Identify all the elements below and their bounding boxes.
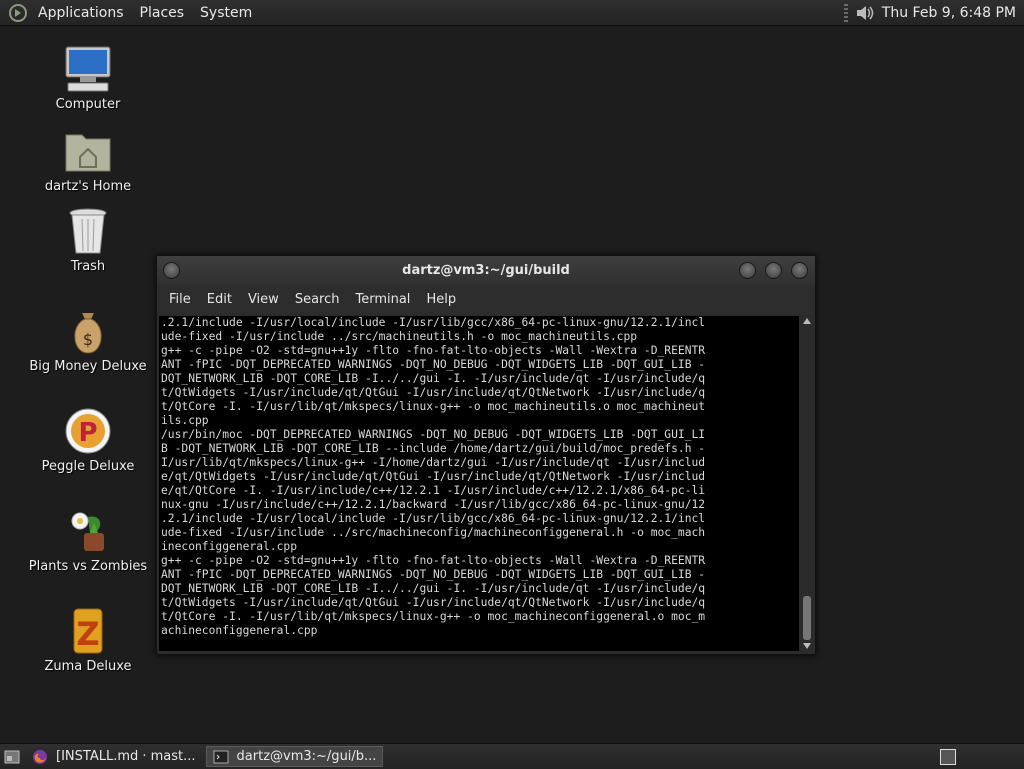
- close-button[interactable]: [791, 262, 808, 279]
- applications-menu[interactable]: Applications: [34, 3, 128, 23]
- desktop-icon-big-money[interactable]: $ Big Money Deluxe: [28, 307, 148, 374]
- computer-icon: [65, 46, 111, 92]
- menu-view[interactable]: View: [240, 292, 287, 307]
- peggle-icon: P: [65, 408, 111, 454]
- menu-help[interactable]: Help: [418, 292, 464, 307]
- desktop-icon-label: Peggle Deluxe: [41, 459, 135, 474]
- desktop-icon-label: Big Money Deluxe: [29, 359, 147, 374]
- gnome-logo-icon[interactable]: [8, 3, 28, 23]
- taskbar-item-terminal[interactable]: dartz@vm3:~/gui/b...: [205, 746, 384, 767]
- window-title: dartz@vm3:~/gui/build: [402, 263, 570, 278]
- terminal-menubar: File Edit View Search Terminal Help: [157, 285, 815, 314]
- menu-edit[interactable]: Edit: [199, 292, 240, 307]
- svg-text:$: $: [83, 330, 93, 349]
- terminal-output: .2.1/include -I/usr/local/include -I/usr…: [161, 316, 706, 637]
- terminal-window[interactable]: dartz@vm3:~/gui/build File Edit View Sea…: [156, 255, 816, 655]
- trash-icon: [69, 208, 107, 254]
- places-menu[interactable]: Places: [136, 3, 189, 23]
- desktop-icon-zuma[interactable]: Z Zuma Deluxe: [28, 607, 148, 674]
- bottom-panel: [INSTALL.md · mast... dartz@vm3:~/gui/b.…: [0, 743, 1024, 769]
- maximize-button[interactable]: [765, 262, 782, 279]
- terminal-scrollbar[interactable]: [801, 316, 813, 651]
- system-menu[interactable]: System: [196, 3, 256, 23]
- scrollbar-thumb[interactable]: [803, 596, 811, 640]
- taskbar-item-label: [INSTALL.md · mast...: [56, 749, 196, 764]
- desktop-icon-label: Zuma Deluxe: [44, 659, 132, 674]
- svg-text:Z: Z: [76, 615, 99, 653]
- menu-file[interactable]: File: [161, 292, 199, 307]
- desktop-icon-label: dartz's Home: [44, 179, 132, 194]
- workspace-switcher[interactable]: [940, 748, 956, 765]
- firefox-icon: [33, 749, 47, 764]
- desktop-icon-label: Plants vs Zombies: [28, 559, 148, 574]
- scroll-down-arrow-icon[interactable]: [803, 643, 811, 649]
- home-folder-icon: [65, 134, 111, 172]
- desktop-icon-trash[interactable]: Trash: [28, 207, 148, 274]
- svg-text:P: P: [78, 418, 97, 448]
- show-desktop-icon[interactable]: [4, 750, 20, 764]
- top-panel: Applications Places System Thu Feb 9, 6:…: [0, 0, 1024, 26]
- desktop-icon-plants-vs-zombies[interactable]: Plants vs Zombies: [28, 507, 148, 574]
- desktop-icon-label: Computer: [55, 97, 121, 112]
- volume-icon[interactable]: [854, 3, 876, 23]
- window-titlebar[interactable]: dartz@vm3:~/gui/build: [157, 256, 815, 285]
- menu-search[interactable]: Search: [287, 292, 348, 307]
- plants-vs-zombies-icon: [71, 512, 104, 551]
- terminal-output-area[interactable]: .2.1/include -I/usr/local/include -I/usr…: [159, 316, 799, 651]
- terminal-icon: [213, 750, 229, 763]
- desktop-icon-label: Trash: [70, 259, 106, 274]
- money-bag-icon: $: [74, 313, 102, 354]
- desktop-icon-peggle[interactable]: P Peggle Deluxe: [28, 407, 148, 474]
- scroll-up-arrow-icon[interactable]: [803, 318, 811, 324]
- panel-handle[interactable]: [843, 3, 848, 22]
- taskbar-item-label: dartz@vm3:~/gui/b...: [236, 749, 377, 764]
- zuma-icon: Z: [73, 608, 103, 654]
- menu-terminal[interactable]: Terminal: [347, 292, 418, 307]
- desktop-icon-home[interactable]: dartz's Home: [28, 127, 148, 194]
- desktop-icon-computer[interactable]: Computer: [28, 45, 148, 112]
- window-menu-button[interactable]: [163, 262, 180, 279]
- taskbar-item-browser[interactable]: [INSTALL.md · mast...: [26, 746, 202, 767]
- clock[interactable]: Thu Feb 9, 6:48 PM: [882, 5, 1016, 21]
- minimize-button[interactable]: [739, 262, 756, 279]
